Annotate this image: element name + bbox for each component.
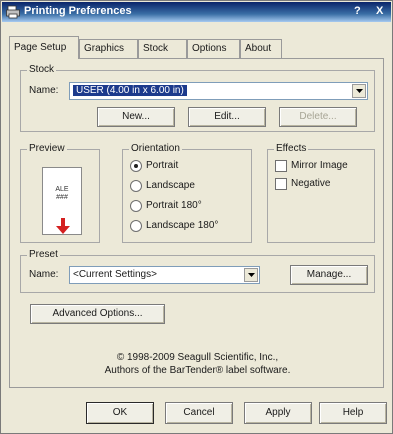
label-preview-image: ALE ### xyxy=(42,167,82,235)
delete-stock-button[interactable]: Delete... xyxy=(279,107,357,127)
tab-page-setup[interactable]: Page Setup xyxy=(9,36,79,59)
copyright-notice: © 1998-2009 Seagull Scientific, Inc., Au… xyxy=(10,351,385,377)
preset-group: Preset Name: <Current Settings> Manage..… xyxy=(20,249,375,293)
stock-group: Stock Name: USER (4.00 in x 6.00 in) New… xyxy=(20,64,375,132)
negative-checkbox[interactable] xyxy=(275,178,287,190)
effects-group-label: Effects xyxy=(274,143,309,154)
radio-landscape[interactable] xyxy=(130,180,142,192)
mirror-image-checkbox[interactable] xyxy=(275,160,287,172)
preset-group-label: Preset xyxy=(27,249,60,260)
effects-group: Effects Mirror Image Negative xyxy=(267,143,375,243)
negative-label: Negative xyxy=(291,178,331,189)
landscape-label: Landscape xyxy=(146,180,195,191)
stock-name-value: USER (4.00 in x 6.00 in) xyxy=(73,85,187,96)
preset-name-label: Name: xyxy=(29,269,59,280)
radio-portrait[interactable] xyxy=(130,160,142,172)
help-title-button[interactable]: ? xyxy=(354,5,361,17)
printing-preferences-dialog: Printing Preferences ? X Page Setup Grap… xyxy=(0,0,393,434)
stock-name-label: Name: xyxy=(29,85,59,96)
preview-group-label: Preview xyxy=(27,143,67,154)
ok-button[interactable]: OK xyxy=(86,402,154,424)
page-setup-panel: Stock Name: USER (4.00 in x 6.00 in) New… xyxy=(9,58,384,388)
close-title-button[interactable]: X xyxy=(376,5,383,17)
tab-about[interactable]: About xyxy=(240,39,282,58)
portrait-180-label: Portrait 180° xyxy=(146,200,202,211)
mirror-image-label: Mirror Image xyxy=(291,160,348,171)
preview-group: Preview ALE ### xyxy=(20,143,100,243)
feed-direction-arrow-icon xyxy=(56,218,70,234)
preset-name-select[interactable]: <Current Settings> xyxy=(69,266,260,284)
printer-icon xyxy=(6,5,20,19)
radio-portrait-180[interactable] xyxy=(130,200,142,212)
chevron-down-icon[interactable] xyxy=(352,84,366,98)
edit-stock-button[interactable]: Edit... xyxy=(188,107,266,127)
copyright-line-2: Authors of the BarTender® label software… xyxy=(104,365,291,376)
window-title: Printing Preferences xyxy=(24,5,132,17)
chevron-down-icon[interactable] xyxy=(244,268,258,282)
preview-text-bottom: ### xyxy=(56,194,68,201)
help-button[interactable]: Help xyxy=(319,402,387,424)
stock-group-label: Stock xyxy=(27,64,57,75)
copyright-line-1: © 1998-2009 Seagull Scientific, Inc., xyxy=(116,352,279,363)
preview-text-top: ALE xyxy=(55,186,69,193)
radio-landscape-180[interactable] xyxy=(130,220,142,232)
apply-button[interactable]: Apply xyxy=(244,402,312,424)
tab-stock[interactable]: Stock xyxy=(138,39,187,58)
title-bar[interactable]: Printing Preferences ? X xyxy=(2,2,391,22)
manage-presets-button[interactable]: Manage... xyxy=(290,265,368,285)
preset-name-value: <Current Settings> xyxy=(73,269,157,280)
advanced-options-button[interactable]: Advanced Options... xyxy=(30,304,165,324)
orientation-group: Orientation Portrait Landscape Portrait … xyxy=(122,143,252,243)
stock-name-select[interactable]: USER (4.00 in x 6.00 in) xyxy=(69,82,368,100)
landscape-180-label: Landscape 180° xyxy=(146,220,219,231)
cancel-button[interactable]: Cancel xyxy=(165,402,233,424)
portrait-label: Portrait xyxy=(146,160,179,171)
tab-options[interactable]: Options xyxy=(187,39,240,58)
orientation-group-label: Orientation xyxy=(129,143,182,154)
new-stock-button[interactable]: New... xyxy=(97,107,175,127)
tab-graphics[interactable]: Graphics xyxy=(79,39,138,58)
